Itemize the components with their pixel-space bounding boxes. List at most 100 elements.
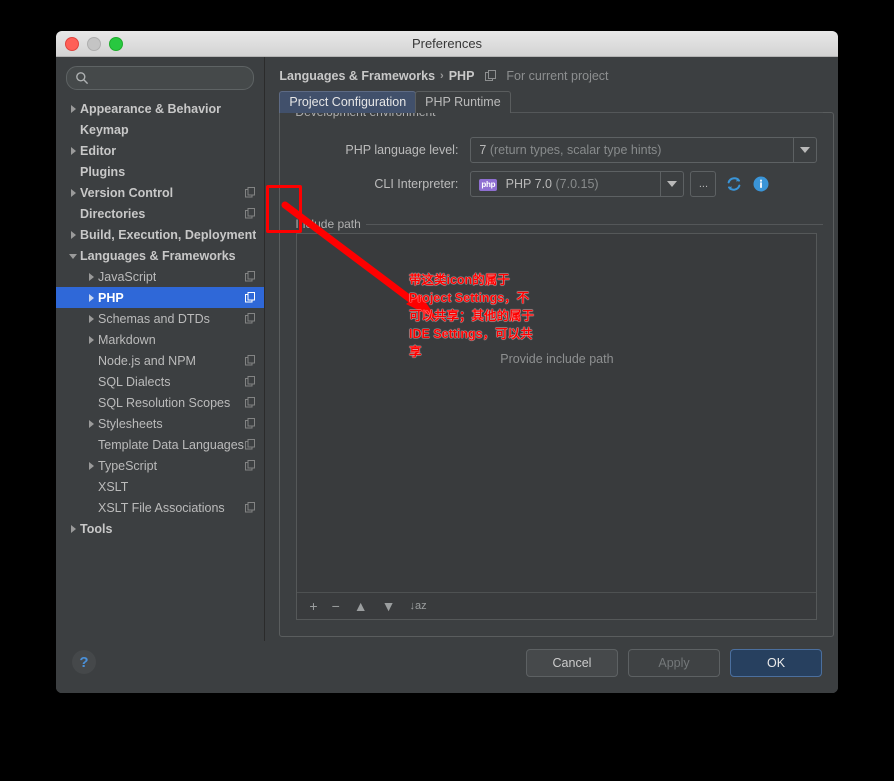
php-language-level-dropdown-button[interactable]	[793, 138, 816, 162]
sidebar-item-sql-resolution-scopes[interactable]: SQL Resolution Scopes	[56, 392, 264, 413]
cli-interpreter-value: php PHP 7.0 (7.0.15)	[471, 177, 660, 191]
sidebar-item-directories[interactable]: Directories	[56, 203, 264, 224]
project-settings-copy-icon	[245, 439, 256, 450]
project-settings-copy-icon	[245, 355, 256, 366]
move-down-button[interactable]: ▼	[382, 599, 396, 613]
sidebar-item-label: JavaScript	[98, 269, 157, 284]
preferences-window: Preferences Appearance & Behavior Keymap E…	[56, 31, 838, 693]
cli-interpreter-dropdown-button[interactable]	[660, 172, 683, 196]
add-button[interactable]: +	[309, 599, 317, 613]
sidebar-item-label: Build, Execution, Deployment	[80, 227, 257, 242]
breadcrumb-parent[interactable]: Languages & Frameworks	[279, 69, 435, 83]
help-button[interactable]: ?	[72, 650, 96, 674]
include-path-toolbar: + − ▲ ▼ ↓az	[297, 592, 817, 619]
sidebar-item-label: Directories	[80, 206, 146, 221]
cancel-button[interactable]: Cancel	[526, 649, 618, 677]
settings-tree[interactable]: Appearance & Behavior Keymap Editor Plugins…	[56, 96, 265, 693]
project-settings-copy-icon	[245, 376, 256, 387]
move-up-button[interactable]: ▲	[354, 599, 368, 613]
search-input[interactable]	[93, 67, 246, 91]
chevron-right-icon[interactable]	[68, 229, 80, 241]
apply-button: Apply	[628, 649, 720, 677]
dialog-buttons: Cancel Apply OK	[526, 649, 822, 677]
sidebar-item-sql-dialects[interactable]: SQL Dialects	[56, 371, 264, 392]
sidebar-item-label: Stylesheets	[98, 416, 163, 431]
project-settings-copy-icon	[245, 187, 256, 198]
sidebar-item-languages-frameworks[interactable]: Languages & Frameworks	[56, 245, 264, 266]
info-icon[interactable]	[752, 175, 770, 193]
ok-button[interactable]: OK	[730, 649, 822, 677]
sidebar-item-typescript[interactable]: TypeScript	[56, 455, 264, 476]
sidebar-item-schemas-and-dtds[interactable]: Schemas and DTDs	[56, 308, 264, 329]
window-content: Appearance & Behavior Keymap Editor Plugins…	[56, 57, 838, 693]
sidebar-item-editor[interactable]: Editor	[56, 140, 264, 161]
cli-interpreter-browse-button[interactable]: ...	[690, 171, 717, 197]
chevron-down-icon	[667, 181, 678, 187]
chevron-right-icon[interactable]	[86, 334, 98, 346]
project-settings-copy-icon	[245, 208, 256, 219]
sidebar-item-label: Tools	[80, 521, 113, 536]
annotation-text: 带这类icon的属于Project Settings，不可以共享；其他的属于ID…	[409, 273, 535, 359]
minimize-light[interactable]	[87, 37, 101, 51]
sidebar-item-php[interactable]: PHP	[56, 287, 265, 308]
chevron-right-icon[interactable]	[68, 187, 80, 199]
breadcrumb: Languages & Frameworks › PHP For current…	[279, 57, 834, 91]
chevron-right-icon[interactable]	[86, 418, 98, 430]
chevron-right-icon[interactable]	[68, 523, 80, 535]
chevron-right-icon[interactable]	[86, 460, 98, 472]
project-settings-copy-icon	[245, 460, 256, 471]
chevron-right-icon[interactable]	[86, 292, 98, 304]
chevron-right-icon[interactable]	[86, 313, 98, 325]
sidebar-item-javascript[interactable]: JavaScript	[56, 266, 264, 287]
dialog-footer: ? Cancel Apply OK	[56, 641, 838, 693]
settings-tabs[interactable]: Project Configuration PHP Runtime	[279, 91, 834, 113]
chevron-right-icon[interactable]	[68, 145, 80, 157]
sidebar-item-label: Keymap	[80, 122, 129, 137]
project-settings-copy-icon	[245, 397, 256, 408]
chevron-right-icon[interactable]	[86, 271, 98, 283]
sidebar-item-keymap[interactable]: Keymap	[56, 119, 264, 140]
sidebar-item-stylesheets[interactable]: Stylesheets	[56, 413, 264, 434]
tab-php-runtime[interactable]: PHP Runtime	[415, 91, 511, 113]
include-path-group-title: Include path	[290, 217, 366, 231]
refresh-icon[interactable]	[725, 175, 743, 193]
project-settings-copy-icon	[245, 418, 256, 429]
sidebar-item-label: SQL Dialects	[98, 374, 171, 389]
search-box[interactable]	[66, 66, 255, 91]
include-path-empty-hint: Provide include path	[500, 352, 614, 366]
cli-interpreter-value-main: PHP 7.0	[505, 177, 552, 191]
remove-button[interactable]: −	[332, 599, 340, 613]
sidebar-item-version-control[interactable]: Version Control	[56, 182, 264, 203]
sort-button[interactable]: ↓az	[410, 599, 427, 613]
zoom-light[interactable]	[109, 37, 123, 51]
sidebar-item-appearance-behavior[interactable]: Appearance & Behavior	[56, 98, 264, 119]
project-settings-copy-icon	[245, 502, 256, 513]
sidebar-item-plugins[interactable]: Plugins	[56, 161, 264, 182]
tab-project-configuration[interactable]: Project Configuration	[279, 91, 417, 113]
close-light[interactable]	[65, 37, 79, 51]
php-language-level-combobox[interactable]: 7 (return types, scalar type hints)	[470, 137, 818, 163]
chevron-down-icon[interactable]	[68, 250, 80, 262]
sidebar-item-xslt-file-associations[interactable]: XSLT File Associations	[56, 497, 264, 518]
sidebar-item-build-execution-deployment[interactable]: Build, Execution, Deployment	[56, 224, 264, 245]
php-logo-icon: php	[479, 179, 498, 191]
include-path-listbox[interactable]: Provide include path + − ▲ ▼ ↓az	[296, 233, 818, 620]
sidebar-item-xslt[interactable]: XSLT	[56, 476, 264, 497]
sidebar-item-template-data-languages[interactable]: Template Data Languages	[56, 434, 264, 455]
php-language-level-value-main: 7	[479, 143, 487, 157]
sidebar-item-label: SQL Resolution Scopes	[98, 395, 231, 410]
php-language-level-label: PHP language level:	[345, 143, 459, 157]
sidebar-item-tools[interactable]: Tools	[56, 518, 264, 539]
cli-interpreter-combobox[interactable]: php PHP 7.0 (7.0.15)	[470, 171, 685, 197]
chevron-right-icon[interactable]	[68, 103, 80, 115]
sidebar-item-markdown[interactable]: Markdown	[56, 329, 264, 350]
sidebar-item-node-js-and-npm[interactable]: Node.js and NPM	[56, 350, 264, 371]
search-container	[56, 57, 264, 96]
